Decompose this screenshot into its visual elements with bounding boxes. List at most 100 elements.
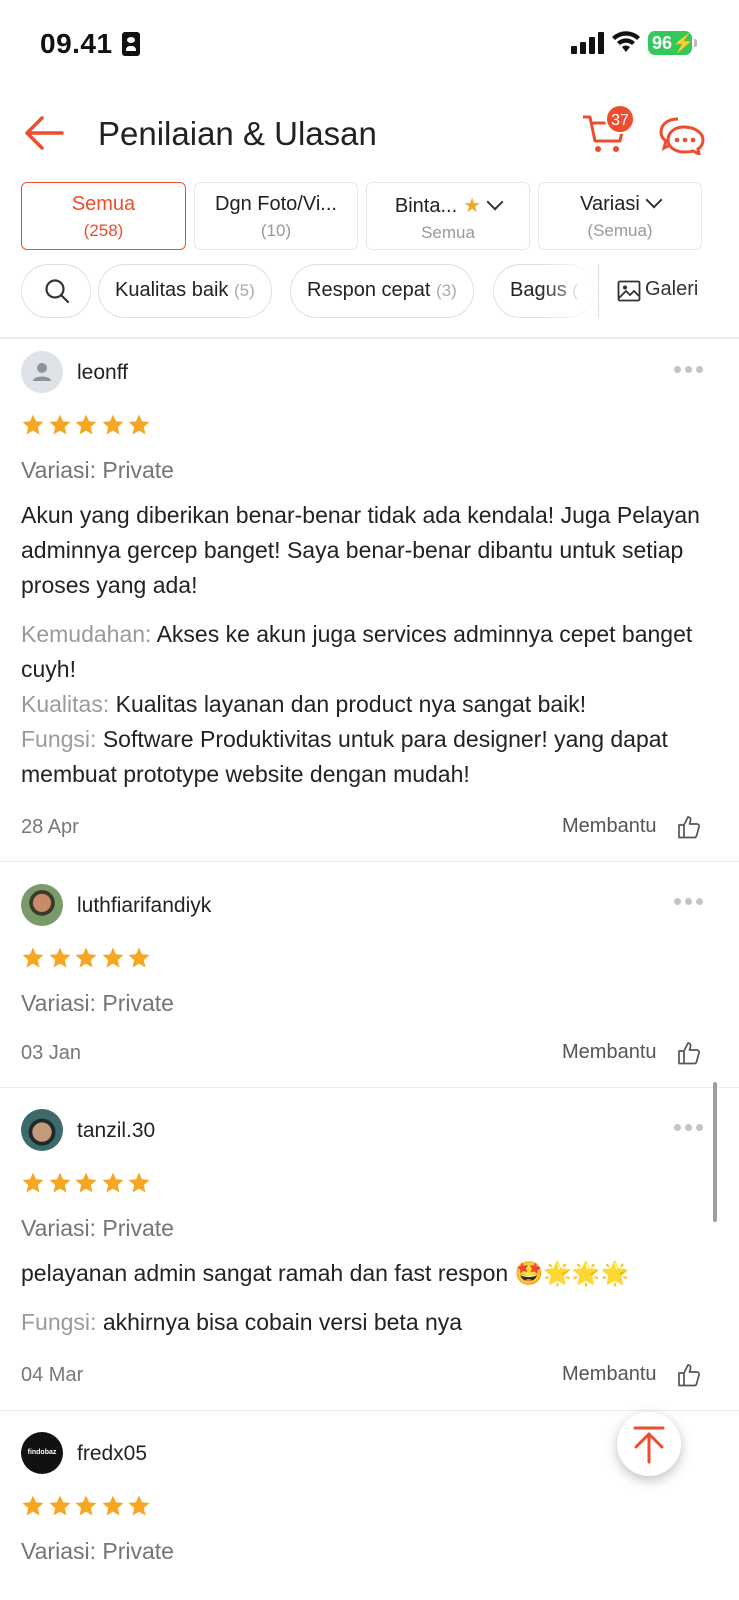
tab-variasi[interactable]: Variasi (Semua) — [538, 182, 702, 250]
review-variation: Variasi: Private — [21, 1215, 174, 1241]
attr-key: Kualitas: — [21, 691, 110, 717]
battery-level: 96 — [652, 33, 673, 53]
review-card: leonff Variasi: Private Akun yang diberi… — [0, 338, 739, 862]
search-icon — [45, 279, 70, 304]
star-icon — [102, 1495, 123, 1516]
thumbs-up-icon[interactable] — [677, 1041, 701, 1065]
tab-label: Semua — [71, 193, 136, 215]
wifi-icon — [612, 31, 640, 52]
avatar-logo: findobaz — [27, 1449, 57, 1456]
chip-count: (5) — [233, 281, 255, 300]
star-icon — [75, 1172, 97, 1193]
attr-key: Kemudahan: — [21, 621, 152, 647]
battery-icon: 96⚡ — [648, 31, 697, 55]
chat-icon[interactable] — [658, 115, 706, 155]
star-icon: ★ — [463, 195, 482, 217]
id-card-icon — [122, 32, 140, 56]
tab-semua[interactable]: Semua (258) — [21, 182, 186, 250]
review-text: Akun yang diberikan benar-benar tidak ad… — [21, 502, 700, 598]
review-date: 04 Mar — [21, 1364, 84, 1386]
cellular-signal-icon — [571, 32, 605, 54]
attr-key: Fungsi: — [21, 1309, 97, 1335]
more-options-icon[interactable] — [674, 360, 707, 376]
star-icon — [102, 1172, 123, 1193]
more-options-icon[interactable] — [674, 1118, 707, 1134]
star-icon — [128, 1172, 150, 1193]
review-attributes: Fungsi: akhirnya bisa cobain versi beta … — [21, 1305, 711, 1340]
chip-count: (3) — [435, 281, 457, 300]
chevron-down-icon — [486, 193, 504, 211]
search-chip[interactable] — [21, 264, 91, 318]
review-text: pelayanan admin sangat ramah dan fast re… — [21, 1260, 630, 1286]
review-username: luthfiarifandiyk — [77, 894, 212, 917]
back-to-top-button[interactable] — [617, 1412, 681, 1476]
review-username: tanzil.30 — [77, 1119, 156, 1142]
gallery-button[interactable]: Galeri — [598, 264, 739, 318]
rating-stars — [21, 413, 154, 437]
review-variation: Variasi: Private — [21, 1538, 174, 1564]
review-date: 28 Apr — [21, 816, 79, 838]
tab-label: Binta... — [394, 195, 458, 217]
status-time: 09.41 — [40, 28, 113, 59]
star-icon — [75, 414, 97, 435]
star-icon — [128, 1495, 150, 1516]
chip-label: Respon cepat — [307, 279, 431, 301]
star-icon — [49, 414, 70, 435]
tab-label: Dgn Foto/Vi... — [215, 193, 337, 215]
attr-key: Fungsi: — [21, 726, 97, 752]
thumbs-up-icon[interactable] — [677, 1363, 701, 1387]
chip-label: Kualitas baik — [115, 279, 229, 301]
avatar — [21, 1109, 63, 1151]
rating-stars — [21, 1494, 154, 1518]
star-icon — [75, 947, 97, 968]
tab-sub: (Semua) — [587, 221, 653, 240]
review-date: 03 Jan — [21, 1042, 82, 1064]
star-icon — [128, 414, 150, 435]
chip-respon-cepat[interactable]: Respon cepat (3) — [290, 264, 474, 318]
rating-stars — [21, 946, 154, 970]
star-icon — [49, 1495, 70, 1516]
attr-value: Kualitas layanan dan product nya sangat … — [115, 691, 587, 717]
helpful-button[interactable]: Membantu — [562, 1363, 657, 1386]
tab-count: (258) — [83, 221, 124, 240]
review-attributes: Kemudahan: Akses ke akun juga services a… — [21, 617, 711, 792]
tab-bintang[interactable]: Binta... ★ Semua — [366, 182, 530, 250]
star-icon — [22, 1172, 44, 1193]
star-icon — [49, 1172, 70, 1193]
scrollbar[interactable] — [713, 1082, 717, 1222]
star-icon — [22, 1495, 44, 1516]
avatar — [21, 884, 63, 926]
review-username: leonff — [77, 361, 128, 384]
back-arrow-icon[interactable] — [22, 113, 66, 153]
more-options-icon[interactable] — [674, 892, 707, 908]
attr-value: Software Produktivitas untuk para design… — [21, 726, 668, 787]
status-bar: 09.41 96⚡ — [0, 0, 739, 90]
review-username: fredx05 — [77, 1442, 148, 1465]
review-card: tanzil.30 Variasi: Private pelayanan adm… — [0, 1088, 739, 1411]
page-title: Penilaian & Ulasan — [98, 115, 377, 152]
avatar: findobaz — [21, 1432, 63, 1474]
tab-label: Variasi — [580, 193, 640, 215]
gallery-label: Galeri — [645, 278, 699, 300]
avatar — [21, 351, 63, 393]
chip-kualitas-baik[interactable]: Kualitas baik (5) — [98, 264, 272, 318]
helpful-button[interactable]: Membantu — [562, 815, 657, 838]
image-icon — [617, 280, 641, 302]
tab-sub: Semua — [421, 223, 475, 242]
helpful-button[interactable]: Membantu — [562, 1041, 657, 1064]
tab-photo-video[interactable]: Dgn Foto/Vi... (10) — [194, 182, 358, 250]
thumbs-up-icon[interactable] — [677, 815, 701, 839]
star-icon — [22, 414, 44, 435]
chips-fade — [540, 264, 600, 318]
star-icon — [102, 414, 123, 435]
attr-value: akhirnya bisa cobain versi beta nya — [102, 1309, 463, 1335]
star-icon — [22, 947, 44, 968]
review-variation: Variasi: Private — [21, 990, 174, 1016]
star-icon — [102, 947, 123, 968]
review-variation: Variasi: Private — [21, 457, 174, 483]
filter-tabs: Semua (258) Dgn Foto/Vi... (10) Binta...… — [21, 182, 711, 250]
star-icon — [49, 947, 70, 968]
star-icon — [128, 947, 150, 968]
arrow-up-icon — [633, 1426, 665, 1464]
tab-count: (10) — [260, 221, 292, 240]
